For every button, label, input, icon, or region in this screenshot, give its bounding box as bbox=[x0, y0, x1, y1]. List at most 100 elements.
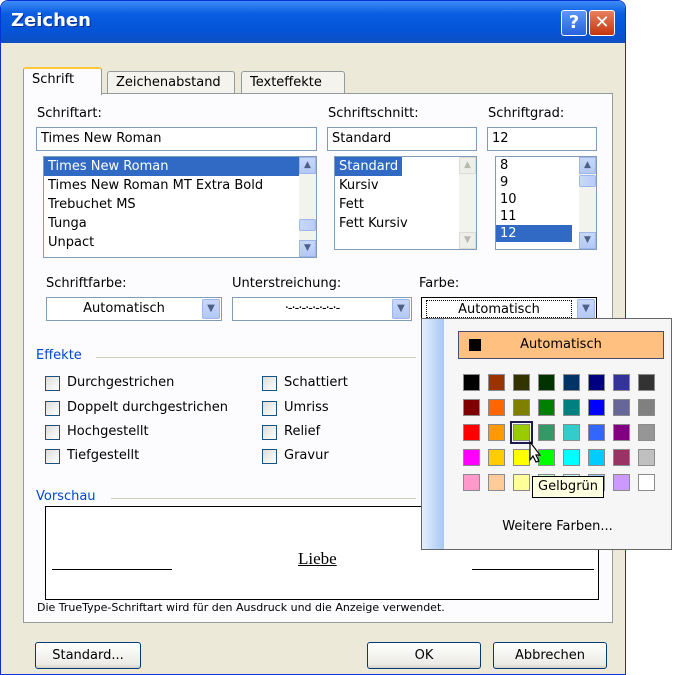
more-colors-button[interactable]: Weitere Farben... bbox=[422, 519, 671, 534]
color-swatch[interactable] bbox=[538, 399, 555, 416]
default-button[interactable]: Standard... bbox=[35, 642, 141, 669]
window-title: Zeichen bbox=[11, 10, 91, 31]
color-swatch[interactable] bbox=[613, 474, 630, 491]
tab-zeichenabstand[interactable]: Zeichenabstand bbox=[107, 71, 235, 94]
color-picker-popup: Automatisch Weitere Farben... bbox=[421, 318, 672, 550]
color-swatch[interactable] bbox=[488, 399, 505, 416]
font-input[interactable]: Times New Roman bbox=[36, 127, 317, 151]
close-button[interactable]: ✕ bbox=[589, 10, 615, 36]
list-item[interactable]: Unpact bbox=[44, 233, 316, 252]
scroll-thumb[interactable] bbox=[299, 219, 316, 231]
color-swatch[interactable] bbox=[613, 424, 630, 441]
preview-note: Die TrueType-Schriftart wird für den Aus… bbox=[37, 601, 445, 614]
help-button[interactable]: ? bbox=[561, 10, 587, 36]
group-divider bbox=[96, 357, 416, 358]
color-swatch[interactable] bbox=[463, 424, 480, 441]
list-item[interactable]: Standard bbox=[335, 157, 403, 176]
color-swatch[interactable] bbox=[588, 449, 605, 466]
chevron-down-icon[interactable]: ▼ bbox=[577, 299, 595, 319]
style-list[interactable]: Standard Kursiv Fett Fett Kursiv ▲ ▼ bbox=[334, 156, 477, 250]
color-swatch[interactable] bbox=[613, 449, 630, 466]
scroll-up-icon[interactable]: ▲ bbox=[459, 157, 476, 174]
color-swatch[interactable] bbox=[563, 424, 580, 441]
color-tooltip: Gelbgrün bbox=[532, 476, 605, 498]
scroll-thumb[interactable] bbox=[579, 175, 596, 187]
underline-color-label: Farbe: bbox=[419, 276, 460, 291]
color-swatch[interactable] bbox=[638, 449, 655, 466]
font-color-select[interactable]: Automatisch ▼ bbox=[46, 297, 222, 321]
color-swatch[interactable] bbox=[563, 399, 580, 416]
underline-value: ·-·-·-·-·-·-·-·- bbox=[284, 301, 341, 316]
list-item[interactable]: Kursiv bbox=[335, 176, 476, 195]
list-item[interactable]: Times New Roman MT Extra Bold bbox=[44, 176, 316, 195]
scroll-up-icon[interactable]: ▲ bbox=[299, 157, 316, 174]
tab-texteffekte[interactable]: Texteffekte bbox=[241, 71, 345, 94]
list-item[interactable]: 12 bbox=[496, 225, 572, 242]
scroll-up-icon[interactable]: ▲ bbox=[579, 157, 596, 174]
color-swatch[interactable] bbox=[538, 374, 555, 391]
size-scrollbar[interactable]: ▲ ▼ bbox=[579, 157, 596, 249]
color-swatch[interactable] bbox=[513, 374, 530, 391]
pointer-cursor-icon bbox=[529, 440, 542, 463]
cancel-button[interactable]: Abbrechen bbox=[493, 642, 607, 669]
list-item[interactable]: Times New Roman bbox=[44, 157, 316, 176]
color-swatch[interactable] bbox=[588, 374, 605, 391]
size-input[interactable]: 12 bbox=[487, 127, 597, 151]
color-swatch[interactable] bbox=[613, 399, 630, 416]
chevron-down-icon[interactable]: ▼ bbox=[392, 299, 410, 319]
scroll-down-icon[interactable]: ▼ bbox=[579, 232, 596, 249]
style-input[interactable]: Standard bbox=[327, 127, 477, 151]
color-swatch[interactable] bbox=[463, 399, 480, 416]
color-swatch[interactable] bbox=[463, 449, 480, 466]
popup-accent-strip bbox=[422, 319, 444, 549]
color-swatch[interactable] bbox=[488, 449, 505, 466]
scroll-down-icon[interactable]: ▼ bbox=[459, 232, 476, 249]
color-swatch[interactable] bbox=[588, 399, 605, 416]
color-swatch[interactable] bbox=[488, 424, 505, 441]
style-scrollbar[interactable]: ▲ ▼ bbox=[459, 157, 476, 249]
color-swatch[interactable] bbox=[638, 374, 655, 391]
color-swatch[interactable] bbox=[510, 421, 533, 444]
color-swatch[interactable] bbox=[463, 474, 480, 491]
preview-text: Liebe bbox=[298, 549, 337, 568]
color-swatch[interactable] bbox=[513, 399, 530, 416]
color-swatch[interactable] bbox=[588, 424, 605, 441]
scroll-down-icon[interactable]: ▼ bbox=[299, 240, 316, 257]
style-label: Schriftschnitt: bbox=[328, 106, 419, 121]
underline-color-value: Automatisch bbox=[426, 300, 572, 318]
automatic-color-button[interactable]: Automatisch bbox=[458, 331, 664, 359]
underline-label: Unterstreichung: bbox=[232, 276, 342, 291]
font-list[interactable]: Times New Roman Times New Roman MT Extra… bbox=[43, 156, 317, 258]
list-item[interactable]: Fett Kursiv bbox=[335, 214, 476, 233]
color-swatch[interactable] bbox=[638, 424, 655, 441]
group-divider bbox=[111, 498, 416, 499]
preview-group-label: Vorschau bbox=[36, 489, 96, 504]
title-bar[interactable]: Zeichen ? ✕ bbox=[1, 1, 625, 43]
color-swatch[interactable] bbox=[638, 399, 655, 416]
list-item[interactable]: Fett bbox=[335, 195, 476, 214]
automatic-color-swatch bbox=[469, 339, 481, 351]
chevron-down-icon[interactable]: ▼ bbox=[202, 299, 220, 319]
color-swatch[interactable] bbox=[563, 449, 580, 466]
automatic-color-label: Automatisch bbox=[520, 337, 602, 352]
list-item[interactable]: Trebuchet MS bbox=[44, 195, 316, 214]
color-swatch[interactable] bbox=[613, 374, 630, 391]
more-colors-label: Weitere Farben... bbox=[502, 519, 613, 534]
color-swatch[interactable] bbox=[463, 374, 480, 391]
baseline-right bbox=[472, 569, 594, 570]
ok-button[interactable]: OK bbox=[367, 642, 481, 669]
effects-group-label: Effekte bbox=[36, 348, 82, 363]
underline-select[interactable]: ·-·-·-·-·-·-·-·- ▼ bbox=[232, 297, 412, 321]
tab-schrift[interactable]: Schrift bbox=[23, 67, 102, 95]
color-swatch[interactable] bbox=[538, 424, 555, 441]
list-item[interactable]: Tunga bbox=[44, 214, 316, 233]
color-swatch[interactable] bbox=[513, 474, 530, 491]
color-swatch[interactable] bbox=[488, 474, 505, 491]
size-list[interactable]: 8 9 10 11 12 ▲ ▼ bbox=[495, 156, 597, 250]
baseline-left bbox=[52, 569, 172, 570]
color-swatch[interactable] bbox=[563, 374, 580, 391]
font-color-value: Automatisch bbox=[83, 301, 165, 316]
color-swatch[interactable] bbox=[638, 474, 655, 491]
color-swatch[interactable] bbox=[488, 374, 505, 391]
font-scrollbar[interactable]: ▲ ▼ bbox=[299, 157, 316, 257]
